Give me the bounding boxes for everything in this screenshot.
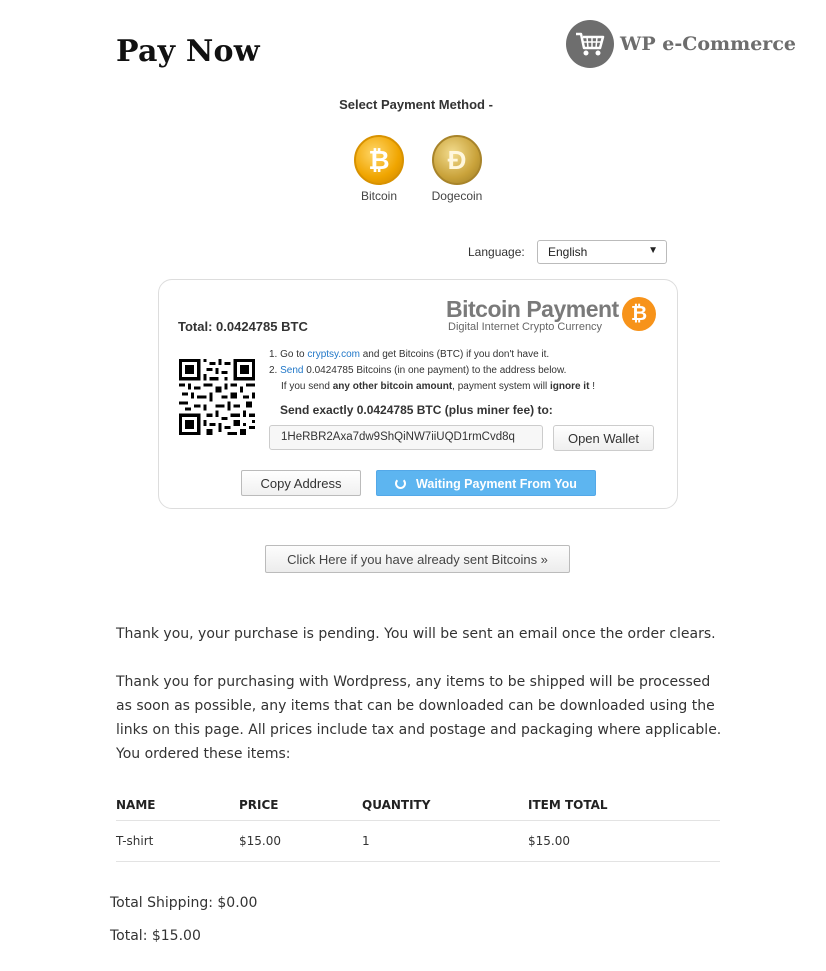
step-2: 2. Send 0.0424785 Bitcoins (in one payme… — [269, 363, 649, 379]
cell-quantity: 1 — [362, 834, 370, 848]
column-header-item-total: ITEM TOTAL — [528, 798, 608, 812]
dogecoin-option-label: Dogecoin — [431, 189, 483, 203]
warning-text-d: ignore it — [549, 381, 590, 392]
pending-message: Thank you, your purchase is pending. You… — [116, 626, 716, 642]
payment-method-label: Select Payment Method - — [339, 97, 493, 112]
warning-text-b: any other bitcoin amount — [332, 381, 453, 392]
dogecoin-coin-icon: Ð — [432, 135, 482, 185]
waiting-label: Waiting Payment From You — [416, 477, 577, 491]
page-title: Pay Now — [116, 34, 260, 69]
warning-text-c: , payment system will — [452, 381, 548, 392]
language-select[interactable]: English ▼ — [537, 240, 667, 264]
cell-price: $15.00 — [239, 834, 281, 848]
dropdown-arrow-icon: ▼ — [648, 245, 658, 256]
language-selected-value: English — [548, 245, 588, 259]
payment-instructions: 1. Go to cryptsy.com and get Bitcoins (B… — [269, 347, 649, 395]
step-1-suffix: and get Bitcoins (BTC) if you don't have… — [362, 349, 550, 360]
spinner-icon — [395, 478, 407, 489]
step-2-suffix: 0.0424785 Bitcoins (in one payment) to t… — [306, 365, 567, 376]
brand-name: WP e-Commerce — [620, 33, 796, 55]
payment-total: Total: 0.0424785 BTC — [178, 319, 308, 334]
column-header-quantity: QUANTITY — [362, 798, 431, 812]
bitcoin-logo-icon: ₿ — [622, 297, 656, 331]
bitcoin-option[interactable]: ₿ Bitcoin — [344, 135, 414, 203]
waiting-payment-button[interactable]: Waiting Payment From You — [376, 470, 596, 496]
total-shipping: Total Shipping: $0.00 — [110, 895, 258, 911]
total-label: Total: — [178, 319, 213, 334]
send-exact-label: Send exactly 0.0424785 BTC (plus miner f… — [280, 403, 553, 417]
total-unit: BTC — [281, 319, 308, 334]
send-link[interactable]: Send — [280, 365, 303, 376]
total-value: 0.0424785 — [216, 319, 278, 334]
shopping-cart-icon — [566, 20, 614, 68]
brand: WP e-Commerce — [566, 20, 796, 68]
language-label: Language: — [468, 245, 525, 259]
column-header-price: PRICE — [239, 798, 279, 812]
step-1: 1. Go to cryptsy.com and get Bitcoins (B… — [269, 347, 649, 363]
cryptsy-link[interactable]: cryptsy.com — [307, 349, 360, 360]
qr-code-icon — [179, 359, 255, 435]
copy-address-button[interactable]: Copy Address — [241, 470, 361, 496]
bitcoin-payment-title: Bitcoin Payment — [446, 296, 619, 322]
thanks-message: Thank you for purchasing with Wordpress,… — [116, 674, 722, 738]
table-row: T-shirt $15.00 1 $15.00 — [116, 821, 720, 862]
step-2-warning: If you send any other bitcoin amount, pa… — [269, 379, 649, 395]
order-table: NAME PRICE QUANTITY ITEM TOTAL T-shirt $… — [116, 790, 720, 862]
bitcoin-address-field[interactable]: 1HeRBR2Axa7dw9ShQiNW7iiUQD1rmCvd8q — [269, 425, 543, 450]
ordered-items-label: You ordered these items: — [116, 746, 291, 762]
bitcoin-coin-icon: ₿ — [354, 135, 404, 185]
grand-total: Total: $15.00 — [110, 928, 201, 944]
step-1-prefix: 1. Go to — [269, 349, 305, 360]
warning-text-e: ! — [592, 381, 595, 392]
bitcoin-payment-subtitle: Digital Internet Crypto Currency — [448, 321, 603, 333]
column-header-name: NAME — [116, 798, 156, 812]
bitcoin-option-label: Bitcoin — [360, 189, 398, 203]
dogecoin-option[interactable]: Ð Dogecoin — [422, 135, 492, 203]
step-2-prefix: 2. — [269, 365, 278, 376]
open-wallet-button[interactable]: Open Wallet — [553, 425, 654, 451]
warning-text-a: If you send — [281, 381, 330, 392]
already-sent-button[interactable]: Click Here if you have already sent Bitc… — [265, 545, 570, 573]
cell-name: T-shirt — [116, 834, 154, 848]
table-header: NAME PRICE QUANTITY ITEM TOTAL — [116, 790, 720, 821]
cell-item-total: $15.00 — [528, 834, 570, 848]
